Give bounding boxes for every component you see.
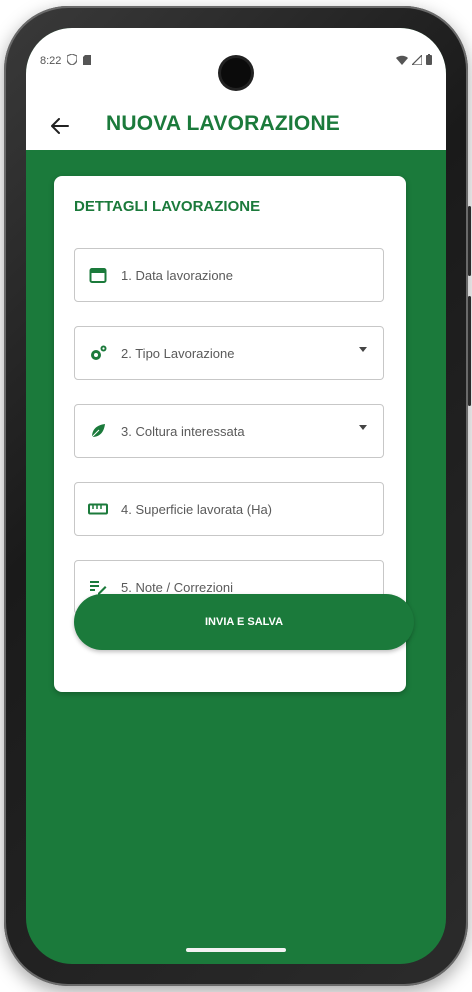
- screen: 8:22 NUOVA LAVORAZIONE DETTAGLI LAVORAZI…: [26, 28, 446, 964]
- power-button: [468, 206, 471, 276]
- crop-label: 3. Coltura interessata: [121, 423, 245, 439]
- volume-button: [468, 296, 471, 406]
- battery-icon: [426, 54, 432, 68]
- chevron-down-icon: [359, 347, 367, 352]
- notes-label: 5. Note / Correzioni: [121, 579, 233, 595]
- work-date-field[interactable]: 1. Data lavorazione: [74, 248, 384, 302]
- home-indicator[interactable]: [186, 948, 286, 952]
- arrow-left-icon: [51, 118, 69, 134]
- surface-label: 4. Superficie lavorata (Ha): [121, 501, 273, 517]
- top-app-area: 8:22 NUOVA LAVORAZIONE: [26, 28, 446, 150]
- status-time: 8:22: [40, 55, 62, 67]
- crop-select[interactable]: 3. Coltura interessata: [74, 404, 384, 458]
- submit-button[interactable]: INVIA E SALVA: [74, 594, 414, 650]
- front-camera: [221, 58, 251, 88]
- work-type-select[interactable]: 2. Tipo Lavorazione: [74, 326, 384, 380]
- ruler-icon: [87, 498, 109, 520]
- back-button[interactable]: [46, 112, 74, 140]
- wifi-icon: [396, 55, 408, 68]
- work-type-label: 2. Tipo Lavorazione: [121, 345, 235, 361]
- signal-icon: [410, 53, 423, 68]
- leaf-icon: [87, 420, 109, 442]
- gears-icon: [87, 342, 109, 364]
- page-title: NUOVA LAVORAZIONE: [106, 112, 341, 135]
- details-card: DETTAGLI LAVORAZIONE 1. Data lavorazione: [54, 176, 414, 692]
- app-bar: NUOVA LAVORAZIONE: [26, 106, 446, 146]
- phone-frame: 8:22 NUOVA LAVORAZIONE DETTAGLI LAVORAZI…: [4, 6, 471, 986]
- shield-icon: [66, 53, 79, 68]
- surface-field[interactable]: 4. Superficie lavorata (Ha): [74, 482, 384, 536]
- chevron-down-icon: [359, 425, 367, 430]
- calendar-icon: [87, 264, 109, 286]
- card-title: DETTAGLI LAVORAZIONE: [74, 198, 261, 215]
- sd-card-icon: [83, 54, 92, 68]
- work-date-label: 1. Data lavorazione: [121, 267, 234, 283]
